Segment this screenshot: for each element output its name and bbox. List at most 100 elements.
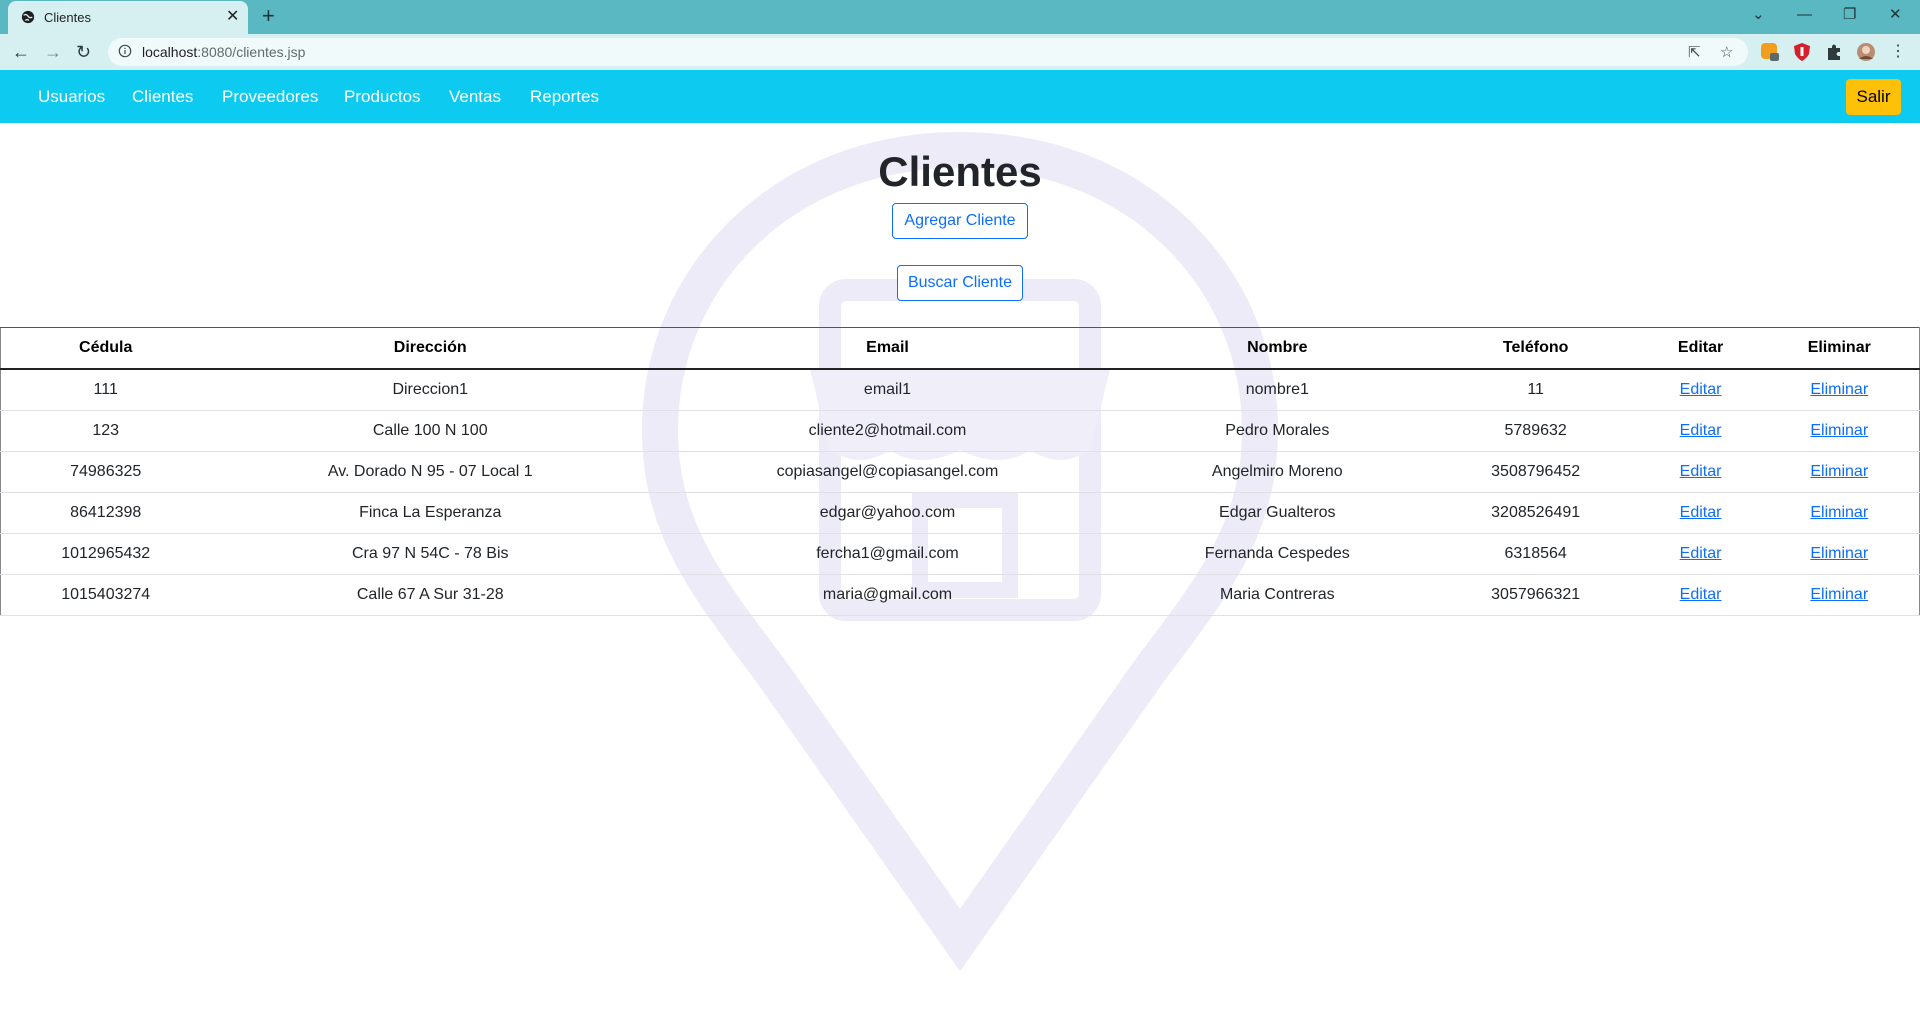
cell-cedula: 74986325 xyxy=(0,451,211,493)
column-header-email: Email xyxy=(650,327,1125,370)
delete-link[interactable]: Eliminar xyxy=(1810,381,1868,398)
table-row: 111 Direccion1 email1 nombre1 11 Editar … xyxy=(0,369,1920,411)
cell-nombre: Edgar Gualteros xyxy=(1124,492,1430,534)
column-header-editar: Editar xyxy=(1641,327,1760,370)
cell-eliminar: Eliminar xyxy=(1759,492,1920,534)
add-client-button[interactable]: Agregar Cliente xyxy=(892,203,1028,239)
search-client-button[interactable]: Buscar Cliente xyxy=(897,265,1023,301)
cell-eliminar: Eliminar xyxy=(1759,410,1920,452)
bookmark-star-icon[interactable]: ☆ xyxy=(1720,43,1733,61)
tab-title: Clientes xyxy=(44,10,91,25)
cell-direccion: Cra 97 N 54C - 78 Bis xyxy=(210,533,651,575)
column-header-telefono: Teléfono xyxy=(1429,327,1642,370)
cell-editar: Editar xyxy=(1641,451,1760,493)
cell-editar: Editar xyxy=(1641,369,1760,411)
edit-link[interactable]: Editar xyxy=(1680,586,1722,603)
address-bar[interactable]: localhost:8080/clientes.jsp ⇱ ☆ xyxy=(108,38,1748,66)
logout-button[interactable]: Salir xyxy=(1846,79,1901,115)
cell-direccion: Calle 67 A Sur 31-28 xyxy=(210,574,651,616)
new-tab-icon[interactable]: + xyxy=(262,3,275,29)
cell-nombre: nombre1 xyxy=(1124,369,1430,411)
browser-toolbar: ← → ↻ localhost:8080/clientes.jsp ⇱ ☆ ⋮ xyxy=(0,34,1920,70)
cell-telefono: 3057966321 xyxy=(1429,574,1642,616)
edit-link[interactable]: Editar xyxy=(1680,463,1722,480)
cell-direccion: Direccion1 xyxy=(210,369,651,411)
tab-close-icon[interactable]: ✕ xyxy=(226,7,239,27)
cell-cedula: 111 xyxy=(0,369,211,411)
cell-editar: Editar xyxy=(1641,410,1760,452)
restore-icon[interactable]: ❐ xyxy=(1843,5,1856,25)
globe-icon xyxy=(21,10,35,24)
table-row: 86412398 Finca La Esperanza edgar@yahoo.… xyxy=(0,492,1920,534)
app-navbar: Usuarios Clientes Proveedores Productos … xyxy=(0,70,1920,123)
cell-eliminar: Eliminar xyxy=(1759,369,1920,411)
page-title: Clientes xyxy=(878,148,1042,195)
table-row: 1012965432 Cra 97 N 54C - 78 Bis fercha1… xyxy=(0,533,1920,575)
delete-link[interactable]: Eliminar xyxy=(1810,586,1868,603)
delete-link[interactable]: Eliminar xyxy=(1810,545,1868,562)
cell-direccion: Finca La Esperanza xyxy=(210,492,651,534)
cell-email: email1 xyxy=(650,369,1125,411)
cell-nombre: Fernanda Cespedes xyxy=(1124,533,1430,575)
edit-link[interactable]: Editar xyxy=(1680,422,1722,439)
nav-reportes[interactable]: Reportes xyxy=(530,87,599,107)
nav-ventas[interactable]: Ventas xyxy=(449,87,501,107)
cell-telefono: 3508796452 xyxy=(1429,451,1642,493)
url-text: localhost:8080/clientes.jsp xyxy=(142,44,306,60)
nav-clientes[interactable]: Clientes xyxy=(132,87,193,107)
table-row: 1015403274 Calle 67 A Sur 31-28 maria@gm… xyxy=(0,574,1920,616)
column-header-cedula: Cédula xyxy=(0,327,211,370)
cell-editar: Editar xyxy=(1641,492,1760,534)
cell-eliminar: Eliminar xyxy=(1759,574,1920,616)
back-icon[interactable]: ← xyxy=(12,40,30,64)
edit-link[interactable]: Editar xyxy=(1680,545,1722,562)
cell-email: maria@gmail.com xyxy=(650,574,1125,616)
site-info-icon[interactable] xyxy=(118,44,132,58)
column-header-direccion: Dirección xyxy=(210,327,651,370)
minimize-icon[interactable]: — xyxy=(1797,5,1812,25)
cell-nombre: Pedro Morales xyxy=(1124,410,1430,452)
cell-telefono: 3208526491 xyxy=(1429,492,1642,534)
cell-nombre: Angelmiro Moreno xyxy=(1124,451,1430,493)
delete-link[interactable]: Eliminar xyxy=(1810,504,1868,521)
share-icon[interactable]: ⇱ xyxy=(1688,43,1701,61)
edit-link[interactable]: Editar xyxy=(1680,381,1722,398)
cell-email: cliente2@hotmail.com xyxy=(650,410,1125,452)
cell-telefono: 6318564 xyxy=(1429,533,1642,575)
cell-editar: Editar xyxy=(1641,574,1760,616)
extension-shield-icon[interactable] xyxy=(1792,42,1812,62)
nav-productos[interactable]: Productos xyxy=(344,87,421,107)
delete-link[interactable]: Eliminar xyxy=(1810,463,1868,480)
cell-email: copiasangel@copiasangel.com xyxy=(650,451,1125,493)
delete-link[interactable]: Eliminar xyxy=(1810,422,1868,439)
forward-icon[interactable]: → xyxy=(44,40,62,64)
edit-link[interactable]: Editar xyxy=(1680,504,1722,521)
column-header-nombre: Nombre xyxy=(1124,327,1430,370)
cell-eliminar: Eliminar xyxy=(1759,533,1920,575)
extensions-puzzle-icon[interactable] xyxy=(1824,42,1844,62)
table-row: 123 Calle 100 N 100 cliente2@hotmail.com… xyxy=(0,410,1920,452)
cell-telefono: 5789632 xyxy=(1429,410,1642,452)
tab-search-icon[interactable]: ⌄ xyxy=(1752,5,1765,25)
cell-direccion: Calle 100 N 100 xyxy=(210,410,651,452)
column-header-eliminar: Eliminar xyxy=(1759,327,1920,370)
cell-direccion: Av. Dorado N 95 - 07 Local 1 xyxy=(210,451,651,493)
reload-icon[interactable]: ↻ xyxy=(76,40,91,64)
extension-rss-icon[interactable] xyxy=(1760,42,1780,62)
browser-tab-bar: Clientes ✕ + ⌄ — ❐ ✕ xyxy=(0,0,1920,34)
table-header-row: Cédula Dirección Email Nombre Teléfono E… xyxy=(0,327,1920,370)
browser-menu-icon[interactable]: ⋮ xyxy=(1890,40,1906,64)
table-row: 74986325 Av. Dorado N 95 - 07 Local 1 co… xyxy=(0,451,1920,493)
cell-cedula: 1012965432 xyxy=(0,533,211,575)
nav-proveedores[interactable]: Proveedores xyxy=(222,87,318,107)
close-window-icon[interactable]: ✕ xyxy=(1889,5,1902,25)
cell-cedula: 1015403274 xyxy=(0,574,211,616)
nav-usuarios[interactable]: Usuarios xyxy=(38,87,105,107)
cell-email: fercha1@gmail.com xyxy=(650,533,1125,575)
cell-editar: Editar xyxy=(1641,533,1760,575)
browser-tab[interactable]: Clientes ✕ xyxy=(8,1,248,34)
profile-avatar-icon[interactable] xyxy=(1856,42,1876,62)
cell-cedula: 123 xyxy=(0,410,211,452)
cell-eliminar: Eliminar xyxy=(1759,451,1920,493)
clients-table: Cédula Dirección Email Nombre Teléfono E… xyxy=(0,327,1920,616)
